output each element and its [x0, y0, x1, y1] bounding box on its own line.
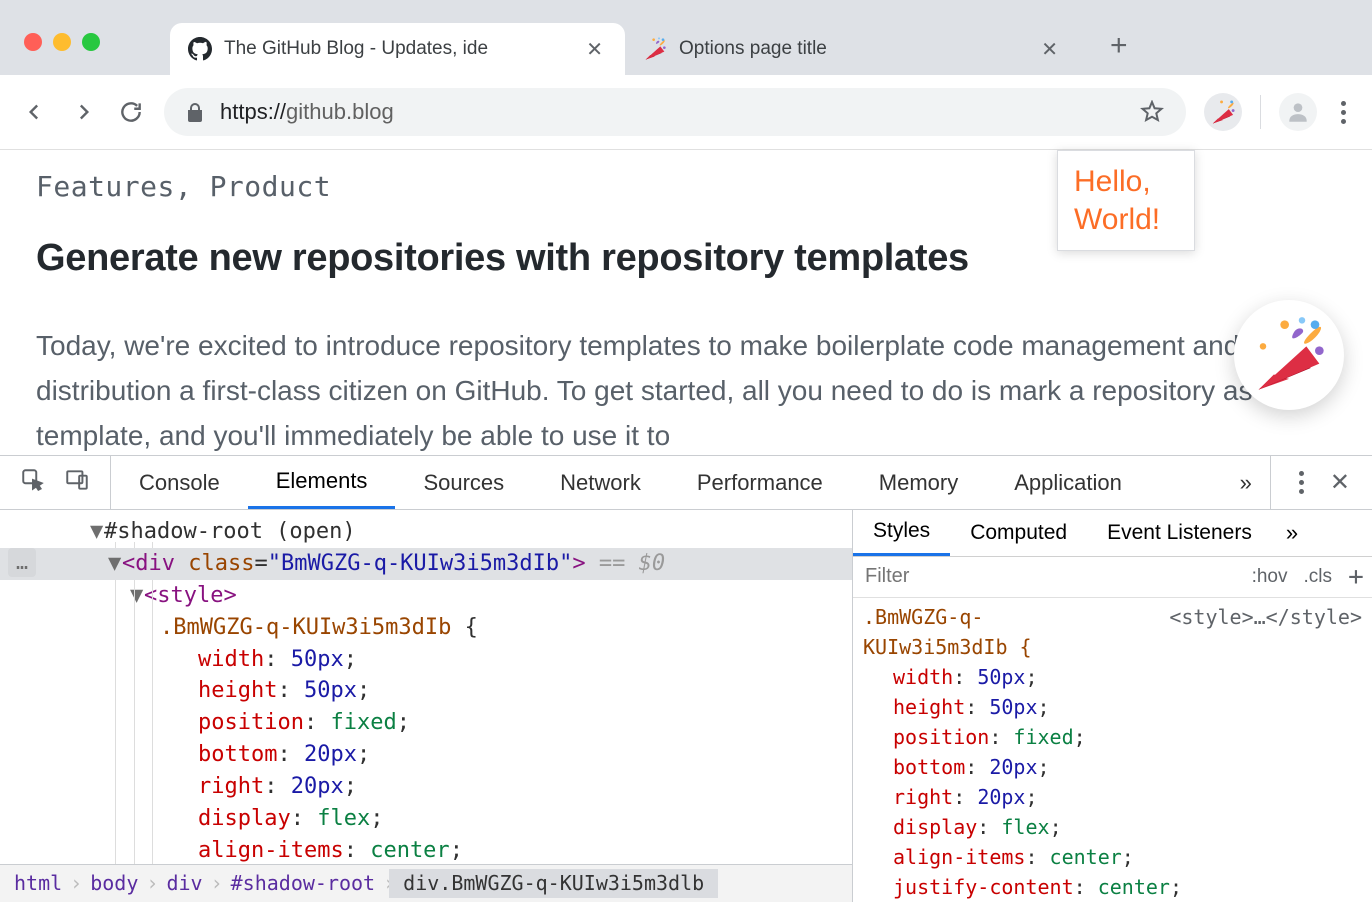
tab-options[interactable]: Options page title ✕ [625, 23, 1080, 75]
devtools-close-button[interactable]: ✕ [1330, 468, 1350, 497]
address-bar[interactable]: https://github.blog [164, 88, 1186, 136]
devtools-tab-performance[interactable]: Performance [669, 456, 851, 509]
category-crumbs[interactable]: Features, Product [36, 170, 1336, 203]
devtools-more-tabs[interactable]: » [1222, 470, 1270, 496]
styles-tab-computed[interactable]: Computed [950, 510, 1087, 556]
forward-button[interactable] [68, 97, 98, 127]
reload-button[interactable] [116, 97, 146, 127]
dom-breadcrumb[interactable]: html›body›div›#shadow-root›div.BmWGZG-q-… [0, 864, 852, 902]
tab-close-button[interactable]: ✕ [582, 35, 607, 64]
devtools-tab-elements[interactable]: Elements [248, 456, 396, 509]
inspect-element-icon[interactable] [20, 467, 46, 498]
window-close-button[interactable] [24, 33, 42, 51]
devtools-menu-button[interactable] [1293, 465, 1310, 500]
party-popper-icon [643, 37, 667, 61]
lock-icon [186, 102, 204, 122]
page-body-text: Today, we're excited to introduce reposi… [36, 324, 1336, 455]
profile-avatar-button[interactable] [1279, 93, 1317, 131]
devtools-tab-console[interactable]: Console [111, 456, 248, 509]
breadcrumb-item[interactable]: html [0, 869, 76, 898]
styles-tab-styles[interactable]: Styles [853, 510, 950, 556]
toolbar: https://github.blog [0, 75, 1372, 150]
devtools-panel: ConsoleElementsSourcesNetworkPerformance… [0, 455, 1372, 902]
device-toolbar-icon[interactable] [64, 467, 90, 498]
extension-button[interactable] [1204, 93, 1242, 131]
style-source-link[interactable]: <style>…</style> [1169, 602, 1362, 632]
tabs-container: The GitHub Blog - Updates, ide ✕ Options… [170, 0, 1372, 75]
styles-panel: StylesComputedEvent Listeners» :hov .cls… [852, 510, 1372, 902]
devtools-tab-memory[interactable]: Memory [851, 456, 986, 509]
devtools-tab-application[interactable]: Application [986, 456, 1150, 509]
tab-title: The GitHub Blog - Updates, ide [224, 38, 570, 60]
tab-title: Options page title [679, 38, 1025, 60]
cls-toggle[interactable]: .cls [1296, 566, 1341, 588]
new-style-rule-button[interactable]: + [1340, 562, 1372, 592]
breadcrumb-item[interactable]: div [152, 869, 216, 898]
url-display: https://github.blog [220, 99, 394, 125]
window-minimize-button[interactable] [53, 33, 71, 51]
page-title: Generate new repositories with repositor… [36, 237, 1336, 280]
bookmark-star-icon[interactable] [1140, 100, 1164, 124]
tab-github-blog[interactable]: The GitHub Blog - Updates, ide ✕ [170, 23, 625, 75]
breadcrumb-item[interactable]: div.BmWGZG-q-KUIw3i5m3dlb [389, 869, 718, 898]
toolbar-divider [1260, 95, 1261, 129]
new-tab-button[interactable]: + [1080, 29, 1158, 75]
dom-tree-panel[interactable]: ▼#shadow-root (open) ▼<div class="BmWGZG… [0, 510, 852, 902]
browser-tab-strip: The GitHub Blog - Updates, ide ✕ Options… [0, 0, 1372, 75]
window-maximize-button[interactable] [82, 33, 100, 51]
devtools-tab-network[interactable]: Network [532, 456, 669, 509]
back-button[interactable] [20, 97, 50, 127]
style-rules[interactable]: <style>…</style> .BmWGZG-q- KUIw3i5m3dIb… [853, 598, 1372, 902]
devtools-tab-sources[interactable]: Sources [395, 456, 532, 509]
floating-extension-badge[interactable] [1234, 300, 1344, 410]
styles-more-tabs[interactable]: » [1272, 520, 1312, 546]
breadcrumb-item[interactable]: body [76, 869, 152, 898]
hov-toggle[interactable]: :hov [1244, 566, 1296, 588]
browser-menu-button[interactable] [1335, 95, 1352, 130]
breadcrumb-item[interactable]: #shadow-root [217, 869, 390, 898]
page-content: Features, Product Generate new repositor… [0, 150, 1372, 455]
styles-filter-input[interactable] [853, 565, 1244, 588]
window-controls [0, 33, 100, 75]
github-icon [188, 37, 212, 61]
devtools-toolbar: ConsoleElementsSourcesNetworkPerformance… [0, 456, 1372, 510]
styles-tab-event-listeners[interactable]: Event Listeners [1087, 510, 1272, 556]
tab-close-button[interactable]: ✕ [1037, 35, 1062, 64]
